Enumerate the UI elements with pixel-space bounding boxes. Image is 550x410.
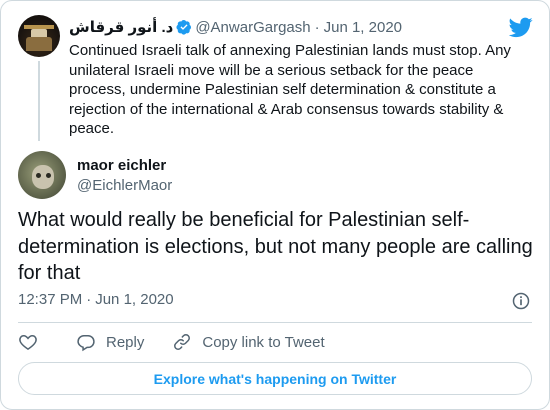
embedded-tweet-card: د. أنور قرقاش @AnwarGargash · Jun 1, 202…: [0, 0, 550, 410]
reply-label: Reply: [106, 333, 145, 351]
parent-tweet-header: د. أنور قرقاش @AnwarGargash · Jun 1, 202…: [69, 17, 402, 37]
tweet-timestamp[interactable]: 12:37 PM · Jun 1, 2020: [18, 291, 174, 308]
link-icon: [174, 334, 191, 350]
parent-avatar[interactable]: [18, 15, 60, 57]
tweet-actions: Reply Copy link to Tweet: [18, 331, 353, 353]
reply-author-handle[interactable]: @EichlerMaor: [77, 177, 172, 195]
tweet-date[interactable]: Jun 1, 2020: [95, 291, 173, 308]
copy-link-button[interactable]: Copy link to Tweet: [172, 332, 325, 352]
like-button[interactable]: [18, 332, 48, 352]
parent-tweet-text: Continued Israeli talk of annexing Pales…: [69, 42, 511, 137]
parent-author-handle[interactable]: @AnwarGargash: [195, 19, 310, 36]
parent-tweet-date[interactable]: Jun 1, 2020: [324, 19, 402, 36]
verified-badge-icon: [176, 20, 192, 35]
reply-tweet-text: What would really be beneficial for Pale…: [18, 209, 533, 284]
separator-dot: ·: [86, 291, 92, 308]
thread-line: [38, 61, 40, 141]
copy-link-label: Copy link to Tweet: [202, 333, 325, 351]
info-icon[interactable]: [511, 291, 531, 311]
parent-author-name[interactable]: د. أنور قرقاش: [69, 18, 173, 36]
divider: [18, 322, 532, 323]
reply-author-name[interactable]: maor eichler: [77, 157, 166, 175]
explore-twitter-button[interactable]: Explore what's happening on Twitter: [18, 362, 532, 395]
heart-icon: [19, 334, 37, 350]
tweet-time[interactable]: 12:37 PM: [18, 291, 82, 308]
reply-button[interactable]: Reply: [76, 332, 144, 352]
reply-avatar[interactable]: [18, 151, 66, 199]
twitter-bird-icon[interactable]: [509, 15, 533, 39]
separator-dot: ·: [314, 18, 320, 36]
reply-icon: [77, 335, 95, 352]
